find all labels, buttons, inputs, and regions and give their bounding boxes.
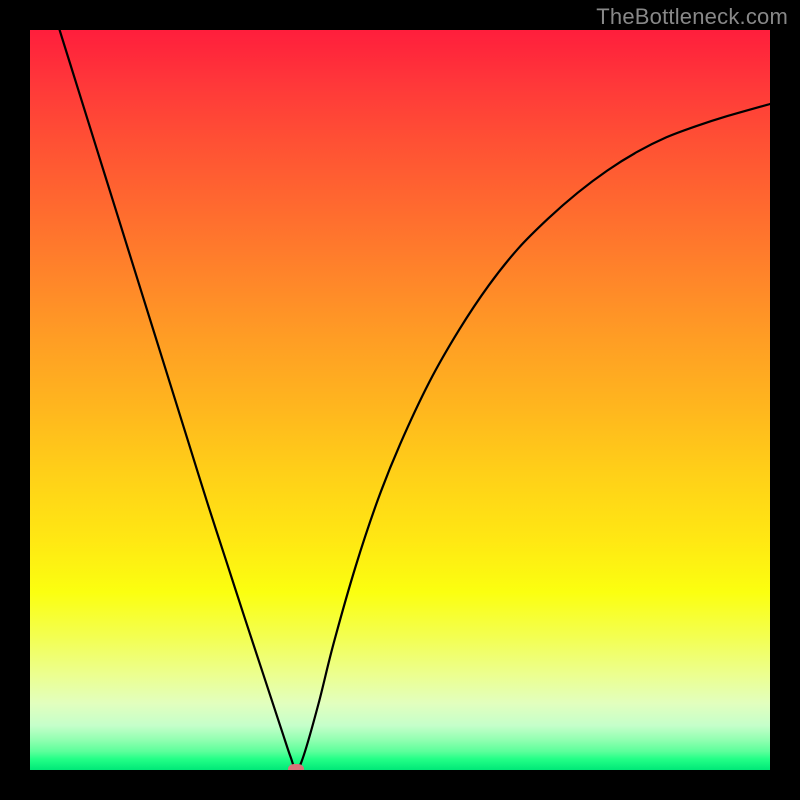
optimal-point-marker [288, 764, 304, 770]
watermark-text: TheBottleneck.com [596, 4, 788, 30]
plot-area [30, 30, 770, 770]
bottleneck-curve-path [60, 30, 770, 770]
chart-container: TheBottleneck.com [0, 0, 800, 800]
bottleneck-curve-svg [30, 30, 770, 770]
